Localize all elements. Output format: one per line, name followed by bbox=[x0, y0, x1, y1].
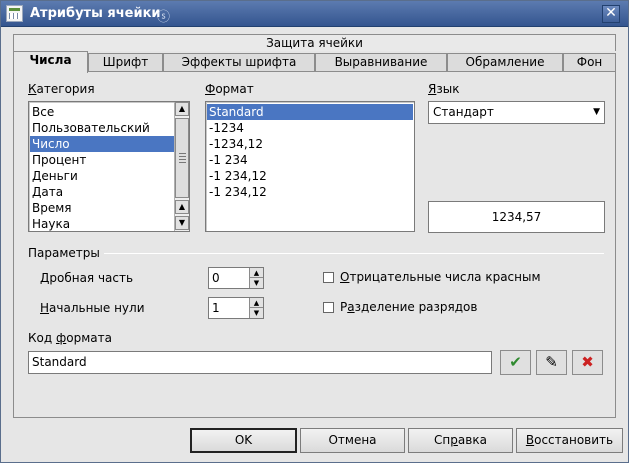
format-label: Формат bbox=[205, 82, 254, 96]
title-bar[interactable]: Атрибуты ячейки ⓢ ✕ bbox=[1, 1, 628, 27]
tab-alignment[interactable]: Выравнивание bbox=[315, 53, 447, 72]
list-item[interactable]: Пользовательский bbox=[30, 120, 174, 136]
dialog-body: Защита ячейки Числа Шрифт Эффекты шрифта… bbox=[2, 28, 627, 462]
spreadsheet-app-icon bbox=[6, 5, 23, 22]
decimal-places-value: 0 bbox=[212, 271, 220, 285]
increment-button[interactable]: ▲ bbox=[250, 298, 263, 308]
tab-background[interactable]: Фон bbox=[563, 53, 616, 72]
tab-font[interactable]: Шрифт bbox=[88, 53, 163, 72]
leading-zeros-label: Начальные нули bbox=[40, 301, 145, 315]
list-item[interactable]: Дата bbox=[30, 184, 174, 200]
list-item[interactable]: -1 234,12 bbox=[207, 168, 413, 184]
negative-red-label[interactable]: Отрицательные числа красным bbox=[340, 270, 541, 284]
window-title: Атрибуты ячейки bbox=[30, 6, 161, 21]
options-heading: Параметры bbox=[28, 246, 100, 260]
scroll-up-button[interactable]: ▲ bbox=[175, 102, 189, 116]
format-list[interactable]: Standard -1234 -1234,12 -1 234 -1 234,12… bbox=[205, 101, 415, 232]
list-item[interactable]: Наука bbox=[30, 216, 174, 231]
format-code-label: Код формата bbox=[28, 331, 112, 345]
checkmark-icon: ✔ bbox=[509, 353, 522, 371]
language-dropdown[interactable]: Стандарт ▼ bbox=[428, 101, 605, 124]
edit-comment-button[interactable]: ✎ bbox=[536, 350, 567, 375]
thousands-separator-label[interactable]: Разделение разрядов bbox=[340, 300, 477, 314]
decimal-places-stepper[interactable]: 0 ▲ ▼ bbox=[208, 267, 264, 289]
format-preview: 1234,57 bbox=[428, 201, 605, 233]
chevron-down-icon: ▼ bbox=[593, 107, 600, 117]
scroll-up-button-lower[interactable]: ▲ bbox=[175, 200, 189, 214]
negative-red-checkbox[interactable] bbox=[323, 272, 334, 283]
list-item[interactable]: Деньги bbox=[30, 168, 174, 184]
list-item[interactable]: Процент bbox=[30, 152, 174, 168]
dialog-window: Атрибуты ячейки ⓢ ✕ Защита ячейки Числа … bbox=[0, 0, 629, 463]
scroll-thumb[interactable] bbox=[175, 118, 189, 198]
list-item-selected[interactable]: Standard bbox=[207, 104, 413, 120]
add-format-button[interactable]: ✔ bbox=[500, 350, 531, 375]
decrement-button[interactable]: ▼ bbox=[250, 278, 263, 288]
category-scrollbar[interactable]: ▲ ▲ ▼ bbox=[174, 102, 189, 231]
list-item-selected[interactable]: Число bbox=[30, 136, 174, 152]
tab-row: Числа Шрифт Эффекты шрифта Выравнивание … bbox=[13, 51, 616, 73]
group-divider bbox=[104, 253, 604, 254]
delete-format-button[interactable]: ✖ bbox=[572, 350, 603, 375]
tab-cell-protection[interactable]: Защита ячейки bbox=[13, 34, 616, 51]
numbers-panel: Категория Все Пользовательский Число Про… bbox=[13, 71, 616, 418]
leading-zeros-value: 1 bbox=[212, 301, 220, 315]
scroll-down-button[interactable]: ▼ bbox=[175, 216, 189, 230]
close-button[interactable]: ✕ bbox=[602, 5, 620, 23]
tab-numbers[interactable]: Числа bbox=[13, 51, 88, 73]
reset-button[interactable]: Восстановить bbox=[516, 428, 623, 453]
help-button[interactable]: Справка bbox=[408, 428, 513, 453]
ok-button[interactable]: OK bbox=[190, 428, 297, 453]
tab-font-effects[interactable]: Эффекты шрифта bbox=[163, 53, 315, 72]
thousands-separator-checkbox[interactable] bbox=[323, 302, 334, 313]
cancel-button[interactable]: Отмена bbox=[300, 428, 405, 453]
decrement-button[interactable]: ▼ bbox=[250, 308, 263, 318]
language-label: Язык bbox=[428, 82, 460, 96]
list-item[interactable]: -1 234,12 bbox=[207, 184, 413, 200]
list-item[interactable]: -1234,12 bbox=[207, 136, 413, 152]
format-code-input[interactable]: Standard bbox=[28, 351, 492, 374]
list-item[interactable]: -1234 bbox=[207, 120, 413, 136]
delete-icon: ✖ bbox=[581, 353, 594, 371]
list-item[interactable]: -1 234 bbox=[207, 152, 413, 168]
category-label: Категория bbox=[28, 82, 95, 96]
category-list[interactable]: Все Пользовательский Число Процент Деньг… bbox=[28, 101, 190, 232]
decimal-places-label: Дробная часть bbox=[40, 271, 134, 285]
list-item[interactable]: Время bbox=[30, 200, 174, 216]
language-value: Стандарт bbox=[433, 105, 494, 119]
comment-icon: ✎ bbox=[545, 353, 558, 371]
leading-zeros-stepper[interactable]: 1 ▲ ▼ bbox=[208, 297, 264, 319]
list-item[interactable]: Все bbox=[30, 104, 174, 120]
tab-borders[interactable]: Обрамление bbox=[447, 53, 563, 72]
swirl-icon: ⓢ bbox=[157, 10, 171, 25]
increment-button[interactable]: ▲ bbox=[250, 268, 263, 278]
